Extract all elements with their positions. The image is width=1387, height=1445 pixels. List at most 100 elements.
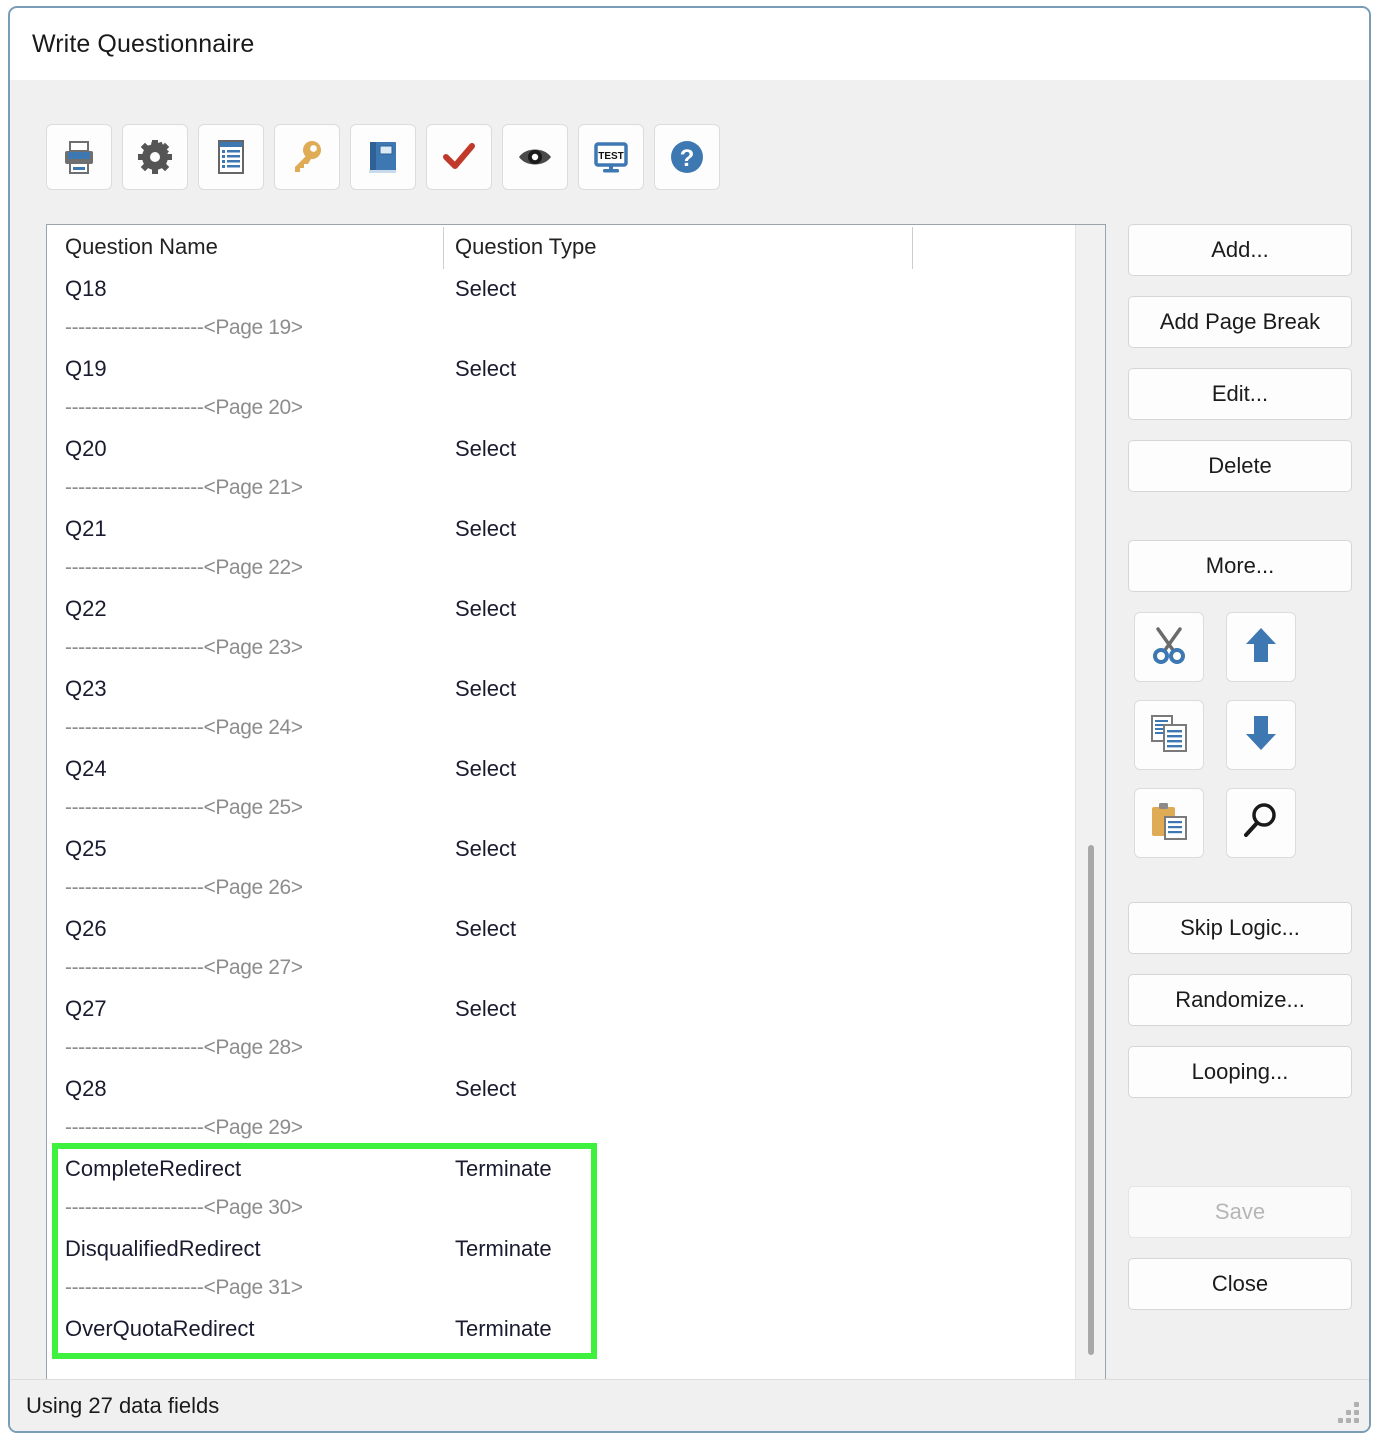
cell-question-name: ---------------------<Page 23>	[65, 636, 303, 659]
cell-question-name: Q23	[65, 676, 107, 701]
page-break-row[interactable]: ---------------------<Page 19>	[47, 311, 1105, 351]
question-list[interactable]: Question Name Question Type Q18 Select ---…	[46, 224, 1106, 1386]
page-break-row[interactable]: ---------------------<Page 25>	[47, 791, 1105, 831]
cut-button[interactable]	[1134, 612, 1204, 682]
looping-button[interactable]: Looping...	[1128, 1046, 1352, 1098]
table-row[interactable]: DisqualifiedRedirect Terminate	[47, 1231, 1105, 1271]
svg-text:TEST: TEST	[598, 151, 624, 162]
key-icon	[287, 137, 327, 177]
preview-icon-button[interactable]	[502, 124, 568, 190]
cell-question-name: ---------------------<Page 31>	[65, 1276, 303, 1299]
add-button[interactable]: Add...	[1128, 224, 1352, 276]
skip-logic-button[interactable]: Skip Logic...	[1128, 902, 1352, 954]
cell-question-name: CompleteRedirect	[65, 1156, 242, 1181]
help-icon-button[interactable]: ?	[654, 124, 720, 190]
page-break-row[interactable]: ---------------------<Page 31>	[47, 1271, 1105, 1311]
move-down-button[interactable]	[1226, 700, 1296, 770]
key-icon-button[interactable]	[274, 124, 340, 190]
cell-question-type: Terminate	[455, 1156, 552, 1181]
question-list-icon-button[interactable]	[198, 124, 264, 190]
edit-icon-grid	[1134, 612, 1352, 858]
table-row[interactable]: Q19 Select	[47, 351, 1105, 391]
table-row[interactable]: Q23 Select	[47, 671, 1105, 711]
page-break-row[interactable]: ---------------------<Page 30>	[47, 1191, 1105, 1231]
eye-icon	[515, 137, 555, 177]
close-button[interactable]: Close	[1128, 1258, 1352, 1310]
test-icon-button[interactable]: TEST	[578, 124, 644, 190]
cell-question-type: Select	[455, 996, 517, 1021]
cell-question-type: Select	[455, 1076, 517, 1101]
list-column-headers: Question Name Question Type	[47, 225, 1105, 271]
settings-icon-button[interactable]	[122, 124, 188, 190]
more-button[interactable]: More...	[1128, 540, 1352, 592]
cell-question-name: OverQuotaRedirect	[65, 1316, 255, 1341]
page-break-row[interactable]: ---------------------<Page 22>	[47, 551, 1105, 591]
cell-question-name: Q26	[65, 916, 107, 941]
list-scrollbar-thumb[interactable]	[1088, 845, 1094, 1355]
cell-question-name: Q24	[65, 756, 107, 781]
delete-button[interactable]: Delete	[1128, 440, 1352, 492]
add-page-break-button[interactable]: Add Page Break	[1128, 296, 1352, 348]
table-row[interactable]: Q26 Select	[47, 911, 1105, 951]
settings-icon	[135, 137, 175, 177]
cell-question-name: ---------------------<Page 21>	[65, 476, 303, 499]
table-row[interactable]: Q22 Select	[47, 591, 1105, 631]
cell-question-type: Select	[455, 916, 517, 941]
action-button-panel: Add... Add Page Break Edit... Delete Mor…	[1128, 224, 1352, 1330]
page-break-row[interactable]: ---------------------<Page 28>	[47, 1031, 1105, 1071]
validate-icon-button[interactable]	[426, 124, 492, 190]
cell-question-type: Select	[455, 756, 517, 781]
cut-icon	[1148, 624, 1190, 671]
page-break-row[interactable]: ---------------------<Page 29>	[47, 1111, 1105, 1151]
table-row[interactable]: Q24 Select	[47, 751, 1105, 791]
cell-question-type: Select	[455, 676, 517, 701]
paste-icon	[1148, 800, 1190, 847]
save-button: Save	[1128, 1186, 1352, 1238]
book-icon	[363, 137, 403, 177]
cell-question-type: Select	[455, 356, 517, 381]
cell-question-name: ---------------------<Page 19>	[65, 316, 303, 339]
cell-question-name: Q18	[65, 276, 107, 301]
page-break-row[interactable]: ---------------------<Page 27>	[47, 951, 1105, 991]
page-break-row[interactable]: ---------------------<Page 23>	[47, 631, 1105, 671]
page-break-row[interactable]: ---------------------<Page 20>	[47, 391, 1105, 431]
page-break-row[interactable]: ---------------------<Page 21>	[47, 471, 1105, 511]
cell-question-name: Q20	[65, 436, 107, 461]
paste-button[interactable]	[1134, 788, 1204, 858]
cell-question-name: DisqualifiedRedirect	[65, 1236, 261, 1261]
cell-question-type: Terminate	[455, 1316, 552, 1341]
table-row[interactable]: Q28 Select	[47, 1071, 1105, 1111]
table-row[interactable]: OverQuotaRedirect Terminate	[47, 1311, 1105, 1351]
table-row[interactable]: Q21 Select	[47, 511, 1105, 551]
column-divider-2[interactable]	[912, 227, 913, 269]
copy-button[interactable]	[1134, 700, 1204, 770]
find-button[interactable]	[1226, 788, 1296, 858]
table-row[interactable]: CompleteRedirect Terminate	[47, 1151, 1105, 1191]
page-break-row[interactable]: ---------------------<Page 26>	[47, 871, 1105, 911]
cell-question-type: Select	[455, 436, 517, 461]
cell-question-type: Terminate	[455, 1236, 552, 1261]
table-row[interactable]: Q25 Select	[47, 831, 1105, 871]
window-title: Write Questionnaire	[32, 29, 255, 58]
table-row[interactable]: Q20 Select	[47, 431, 1105, 471]
column-header-question-name[interactable]: Question Name	[65, 234, 218, 260]
svg-text:?: ?	[680, 145, 695, 172]
cell-question-type: Select	[455, 836, 517, 861]
cell-question-type: Select	[455, 596, 517, 621]
print-icon-button[interactable]	[46, 124, 112, 190]
library-icon-button[interactable]	[350, 124, 416, 190]
cell-question-name: Q22	[65, 596, 107, 621]
column-divider-1[interactable]	[443, 227, 444, 269]
table-row[interactable]: Q27 Select	[47, 991, 1105, 1031]
resize-grip[interactable]	[1333, 1397, 1359, 1423]
randomize-button[interactable]: Randomize...	[1128, 974, 1352, 1026]
move-up-button[interactable]	[1226, 612, 1296, 682]
print-icon	[59, 137, 99, 177]
table-row[interactable]: Q18 Select	[47, 271, 1105, 311]
page-break-row[interactable]: ---------------------<Page 24>	[47, 711, 1105, 751]
column-header-question-type[interactable]: Question Type	[455, 234, 596, 260]
cell-question-name: ---------------------<Page 26>	[65, 876, 303, 899]
edit-button[interactable]: Edit...	[1128, 368, 1352, 420]
cell-question-name: ---------------------<Page 29>	[65, 1116, 303, 1139]
list-scrollbar[interactable]	[1075, 225, 1105, 1385]
